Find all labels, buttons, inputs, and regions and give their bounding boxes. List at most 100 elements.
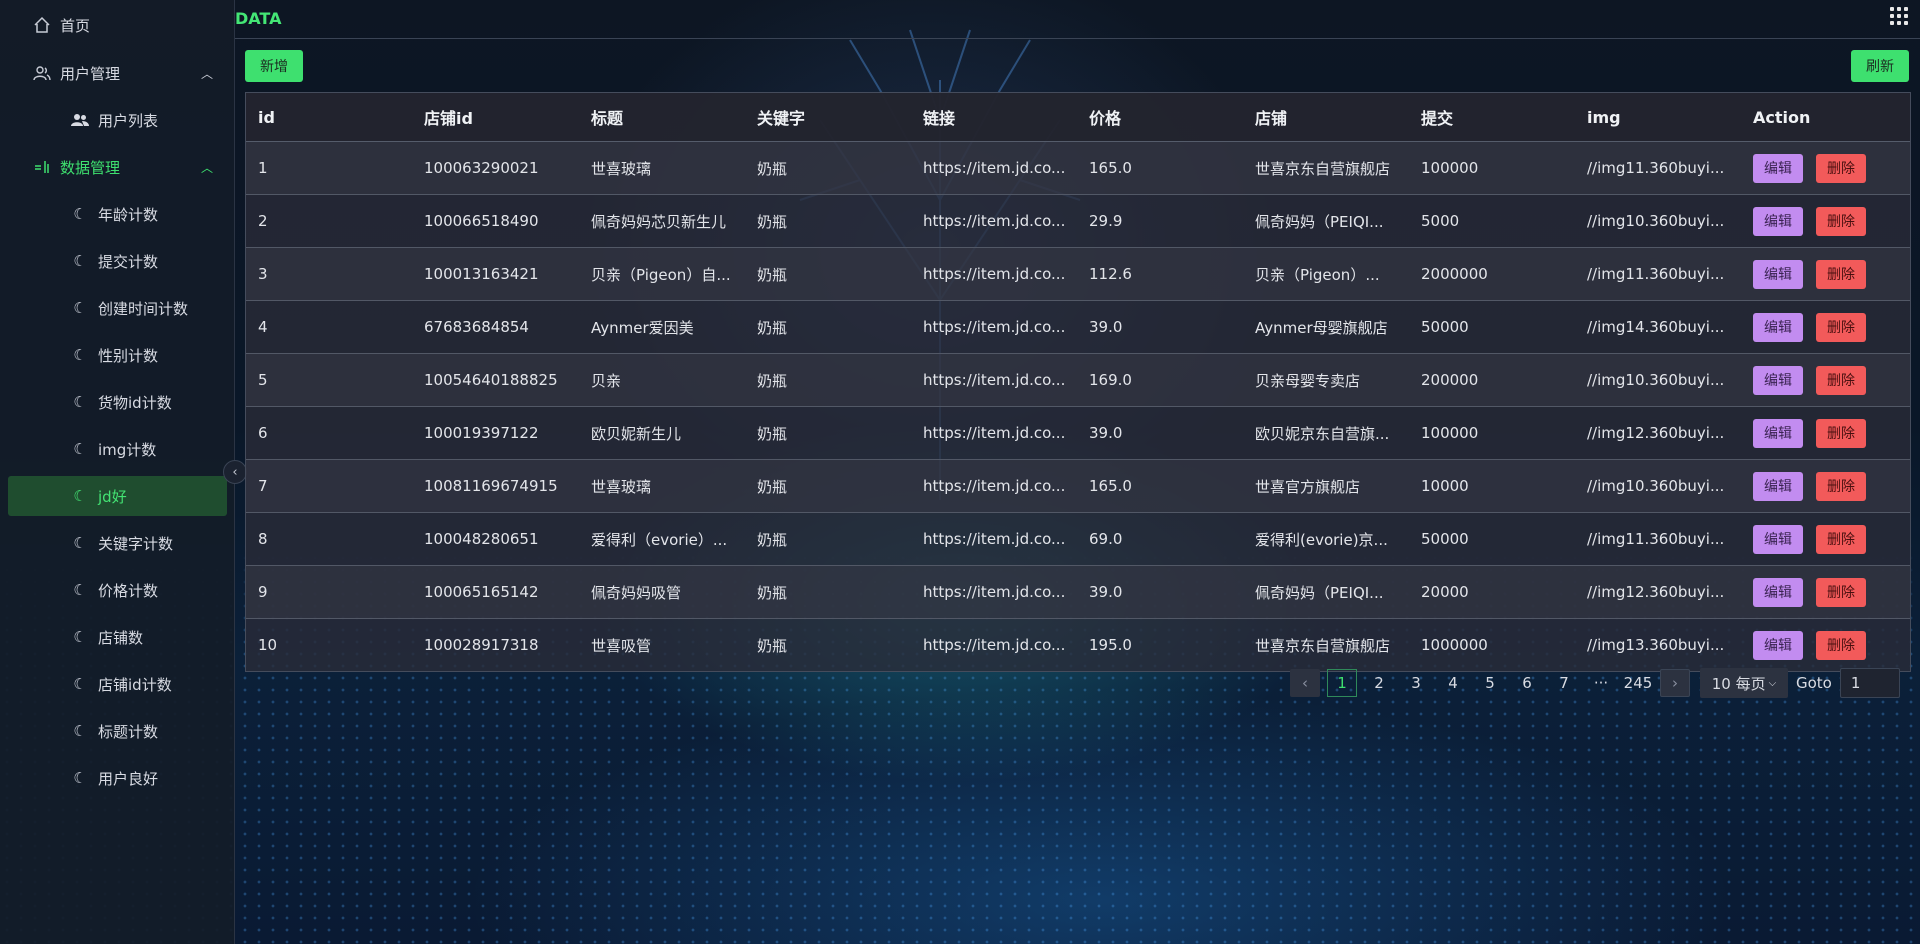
- delete-button[interactable]: 删除: [1816, 630, 1866, 660]
- table-cell: 贝亲（Pigeon）自...: [591, 265, 731, 284]
- sidebar-item-user-list[interactable]: 用户列表: [8, 100, 227, 140]
- sidebar-collapse-button[interactable]: ‹: [223, 460, 247, 484]
- table-cell: 100000: [1421, 424, 1479, 442]
- data-table: id 店铺id 标题 关键字 链接 价格 店铺 提交 img Action 1 1000632900…: [245, 92, 1911, 672]
- page-last[interactable]: 245: [1623, 669, 1653, 697]
- moon-icon: ☾: [73, 440, 87, 458]
- sidebar-group-label: 用户管理: [60, 64, 121, 83]
- action-cell: 编辑 删除: [1741, 153, 1910, 183]
- sidebar-item-home[interactable]: 首页: [8, 5, 227, 45]
- column-header[interactable]: 店铺: [1243, 105, 1409, 129]
- column-header[interactable]: 链接: [911, 105, 1077, 129]
- edit-button[interactable]: 编辑: [1753, 524, 1803, 554]
- table-cell: 165.0: [1089, 477, 1132, 495]
- sidebar-item-label: 首页: [60, 16, 91, 35]
- edit-button[interactable]: 编辑: [1753, 471, 1803, 501]
- table-cell: 世喜玻璃: [591, 159, 652, 178]
- action-cell: 编辑 删除: [1741, 312, 1910, 342]
- sidebar-item-9[interactable]: ☾ 店铺数: [8, 617, 227, 657]
- table-body: 1 100063290021 世喜玻璃 奶瓶 https://item.jd.co...…: [246, 142, 1910, 671]
- pagination-ellipsis[interactable]: ···: [1586, 669, 1616, 697]
- edit-button[interactable]: 编辑: [1753, 312, 1803, 342]
- sidebar-group-user-management[interactable]: 用户管理 ︿: [8, 53, 227, 93]
- goto-page-input[interactable]: 1: [1839, 668, 1900, 698]
- edit-button[interactable]: 编辑: [1753, 365, 1803, 395]
- pagination: ‹ 1234567 ··· 245 › 10 每页 ⌵ Goto 1: [1290, 668, 1900, 698]
- prev-page-button[interactable]: ‹: [1290, 669, 1320, 697]
- sidebar-item-label: 店铺数: [98, 628, 144, 647]
- column-header[interactable]: 提交: [1409, 105, 1575, 129]
- column-header[interactable]: Action: [1741, 108, 1910, 127]
- column-header[interactable]: id: [246, 108, 412, 127]
- edit-button[interactable]: 编辑: [1753, 206, 1803, 236]
- page-number[interactable]: 5: [1475, 669, 1505, 697]
- sidebar-item-0[interactable]: ☾ 年龄计数: [8, 194, 227, 234]
- table-cell: 100048280651: [424, 530, 539, 548]
- page-size-select[interactable]: 10 每页 ⌵: [1700, 668, 1788, 698]
- delete-button[interactable]: 删除: [1816, 577, 1866, 607]
- table-cell: 欧贝妮新生儿: [591, 424, 682, 443]
- sidebar-item-5[interactable]: ☾ img计数: [8, 429, 227, 469]
- table-cell: //img13.360buyi...: [1587, 636, 1725, 654]
- action-cell: 编辑 删除: [1741, 418, 1910, 448]
- sidebar-group-label: 数据管理: [60, 158, 121, 177]
- column-header[interactable]: 店铺id: [412, 105, 579, 129]
- page-number[interactable]: 1: [1327, 669, 1357, 697]
- delete-button[interactable]: 删除: [1816, 365, 1866, 395]
- edit-button[interactable]: 编辑: [1753, 630, 1803, 660]
- column-header[interactable]: 标题: [579, 105, 745, 129]
- edit-button[interactable]: 编辑: [1753, 153, 1803, 183]
- page-number[interactable]: 3: [1401, 669, 1431, 697]
- table-cell: 8: [258, 530, 268, 548]
- column-header[interactable]: img: [1575, 108, 1741, 127]
- edit-button[interactable]: 编辑: [1753, 418, 1803, 448]
- table-cell: 69.0: [1089, 530, 1123, 548]
- page-number[interactable]: 4: [1438, 669, 1468, 697]
- page-number[interactable]: 6: [1512, 669, 1542, 697]
- column-header[interactable]: 价格: [1077, 105, 1243, 129]
- table-cell: https://item.jd.co...: [923, 530, 1066, 548]
- edit-button[interactable]: 编辑: [1753, 259, 1803, 289]
- sidebar-group-data-management[interactable]: 数据管理 ︿: [8, 147, 227, 187]
- sidebar-item-2[interactable]: ☾ 创建时间计数: [8, 288, 227, 328]
- sidebar-item-8[interactable]: ☾ 价格计数: [8, 570, 227, 610]
- delete-button[interactable]: 删除: [1816, 312, 1866, 342]
- delete-button[interactable]: 删除: [1816, 418, 1866, 448]
- column-header[interactable]: 关键字: [745, 105, 911, 129]
- table-cell: 爱得利(evorie)京...: [1255, 530, 1388, 549]
- sidebar-item-label: 年龄计数: [98, 205, 159, 224]
- moon-icon: ☾: [73, 628, 87, 646]
- moon-icon: ☾: [73, 722, 87, 740]
- top-header: DATA: [235, 0, 1920, 39]
- sidebar-item-6[interactable]: ☾ jd好: [8, 476, 227, 516]
- table-cell: 100028917318: [424, 636, 539, 654]
- table-cell: 世喜京东自营旗舰店: [1255, 636, 1391, 655]
- sidebar-item-1[interactable]: ☾ 提交计数: [8, 241, 227, 281]
- delete-button[interactable]: 删除: [1816, 206, 1866, 236]
- sidebar-item-4[interactable]: ☾ 货物id计数: [8, 382, 227, 422]
- table-cell: 5: [258, 371, 268, 389]
- next-page-button[interactable]: ›: [1660, 669, 1690, 697]
- delete-button[interactable]: 删除: [1816, 153, 1866, 183]
- add-button[interactable]: 新增: [245, 50, 303, 82]
- page-number[interactable]: 2: [1364, 669, 1394, 697]
- delete-button[interactable]: 删除: [1816, 259, 1866, 289]
- moon-icon: ☾: [73, 346, 87, 364]
- sidebar-item-7[interactable]: ☾ 关键字计数: [8, 523, 227, 563]
- sidebar-item-10[interactable]: ☾ 店铺id计数: [8, 664, 227, 704]
- table-cell: 奶瓶: [757, 636, 788, 655]
- sidebar-item-3[interactable]: ☾ 性别计数: [8, 335, 227, 375]
- delete-button[interactable]: 删除: [1816, 524, 1866, 554]
- delete-button[interactable]: 删除: [1816, 471, 1866, 501]
- table-row: 7 10081169674915 世喜玻璃 奶瓶 https://item.jd.co.…: [246, 460, 1910, 513]
- sidebar-item-label: img计数: [98, 440, 157, 459]
- edit-button[interactable]: 编辑: [1753, 577, 1803, 607]
- sidebar-item-11[interactable]: ☾ 标题计数: [8, 711, 227, 751]
- table-cell: 奶瓶: [757, 212, 788, 231]
- moon-icon: ☾: [73, 675, 87, 693]
- refresh-button[interactable]: 刷新: [1851, 50, 1909, 82]
- page-number[interactable]: 7: [1549, 669, 1579, 697]
- apps-grid-icon[interactable]: [1890, 7, 1908, 25]
- users-filled-icon: [70, 110, 90, 130]
- sidebar-item-12[interactable]: ☾ 用户良好: [8, 758, 227, 798]
